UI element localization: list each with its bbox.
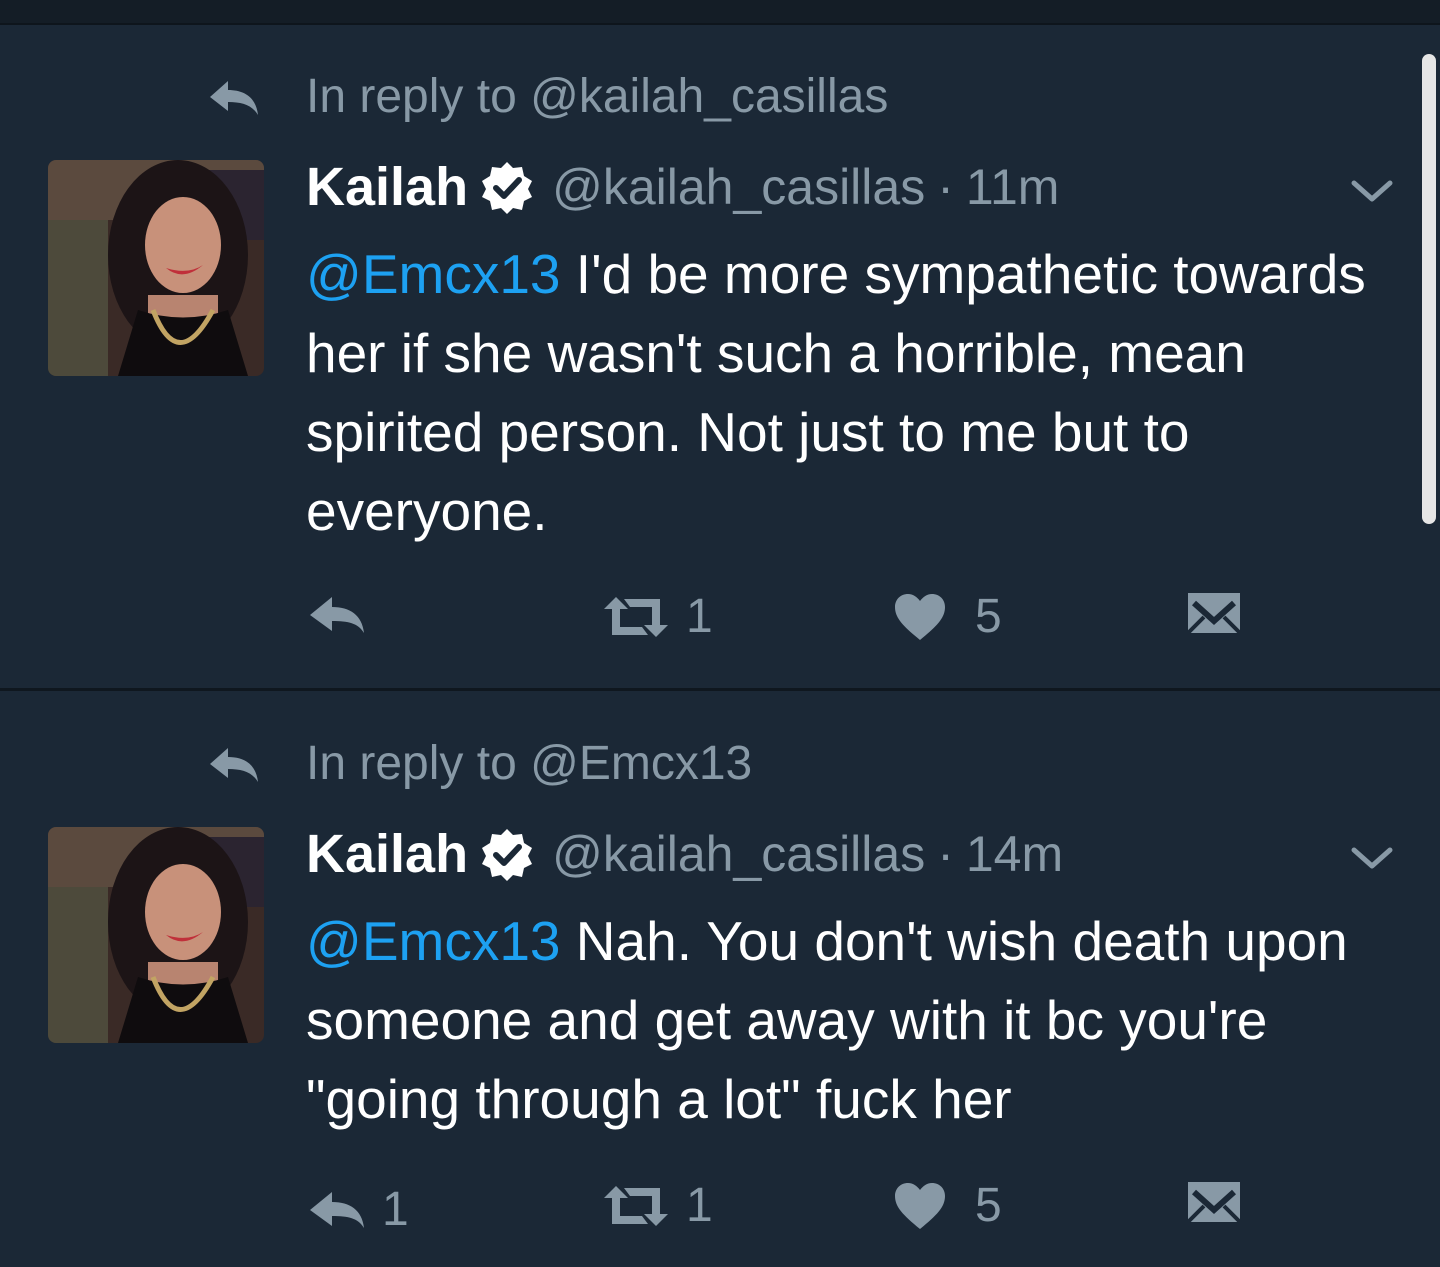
- retweet-button[interactable]: 1: [600, 589, 713, 644]
- chevron-down-icon[interactable]: [1350, 177, 1394, 205]
- like-count: 5: [975, 590, 1002, 643]
- avatar-image: [48, 827, 264, 1043]
- tweet-actions: 1 1 5: [0, 1179, 1440, 1242]
- avatar[interactable]: [48, 160, 264, 376]
- author-name[interactable]: Kailah: [306, 155, 468, 219]
- reply-icon: [310, 1191, 364, 1228]
- direct-message-icon: [1186, 593, 1242, 635]
- scrollbar[interactable]: [1422, 54, 1436, 524]
- tweet[interactable]: In reply to @kailah_casillas Kailah @kai…: [0, 25, 1440, 688]
- reply-context[interactable]: In reply to @kailah_casillas: [208, 69, 888, 125]
- tweet-text: @Emcx13 I'd be more sympathetic towards …: [306, 235, 1406, 551]
- reply-icon: [210, 81, 258, 115]
- heart-icon: [895, 593, 945, 640]
- tweet-header: Kailah @kailah_casillas · 14m: [306, 822, 1063, 886]
- tweet-divider: [0, 688, 1440, 691]
- tweet-actions: 1 5: [0, 585, 1440, 645]
- separator-dot: ·: [937, 826, 954, 882]
- retweet-icon: [604, 1185, 668, 1226]
- heart-icon: [895, 1182, 945, 1229]
- like-count: 5: [975, 1179, 1002, 1232]
- author-handle[interactable]: @kailah_casillas: [552, 822, 925, 886]
- retweet-count: 1: [686, 1179, 713, 1232]
- tweet-text: @Emcx13 Nah. You don't wish death upon s…: [306, 902, 1406, 1139]
- author-handle[interactable]: @kailah_casillas: [552, 155, 925, 219]
- verified-icon: [482, 162, 533, 214]
- reply-icon: [210, 748, 258, 782]
- author-name[interactable]: Kailah: [306, 822, 468, 886]
- direct-message-button[interactable]: [1186, 589, 1242, 637]
- reply-count: 1: [382, 1183, 409, 1236]
- tweet-header: Kailah @kailah_casillas · 11m: [306, 155, 1059, 219]
- reply-context[interactable]: In reply to @Emcx13: [208, 736, 752, 792]
- reply-icon: [310, 597, 364, 633]
- tweet[interactable]: In reply to @Emcx13 Kailah @kailah_casil…: [0, 692, 1440, 1267]
- reply-context-text: In reply to @kailah_casillas: [306, 70, 889, 123]
- avatar[interactable]: [48, 827, 264, 1043]
- reply-context-text: In reply to @Emcx13: [306, 737, 753, 790]
- verified-icon: [482, 829, 533, 881]
- direct-message-icon: [1186, 1182, 1242, 1224]
- retweet-count: 1: [686, 590, 713, 643]
- top-separator: [0, 0, 1440, 25]
- avatar-image: [48, 160, 264, 376]
- retweet-icon: [604, 596, 668, 637]
- like-button[interactable]: 5: [893, 589, 1002, 644]
- mention-link[interactable]: @Emcx13: [306, 910, 561, 972]
- direct-message-button[interactable]: [1186, 1178, 1242, 1226]
- timestamp[interactable]: 11m: [966, 155, 1060, 219]
- retweet-button[interactable]: 1: [600, 1178, 713, 1233]
- reply-button[interactable]: 1: [306, 1182, 409, 1237]
- reply-button[interactable]: [306, 593, 382, 637]
- timestamp[interactable]: 14m: [966, 822, 1063, 886]
- mention-link[interactable]: @Emcx13: [306, 243, 561, 305]
- separator-dot: ·: [937, 159, 954, 215]
- like-button[interactable]: 5: [893, 1178, 1002, 1233]
- chevron-down-icon[interactable]: [1350, 844, 1394, 872]
